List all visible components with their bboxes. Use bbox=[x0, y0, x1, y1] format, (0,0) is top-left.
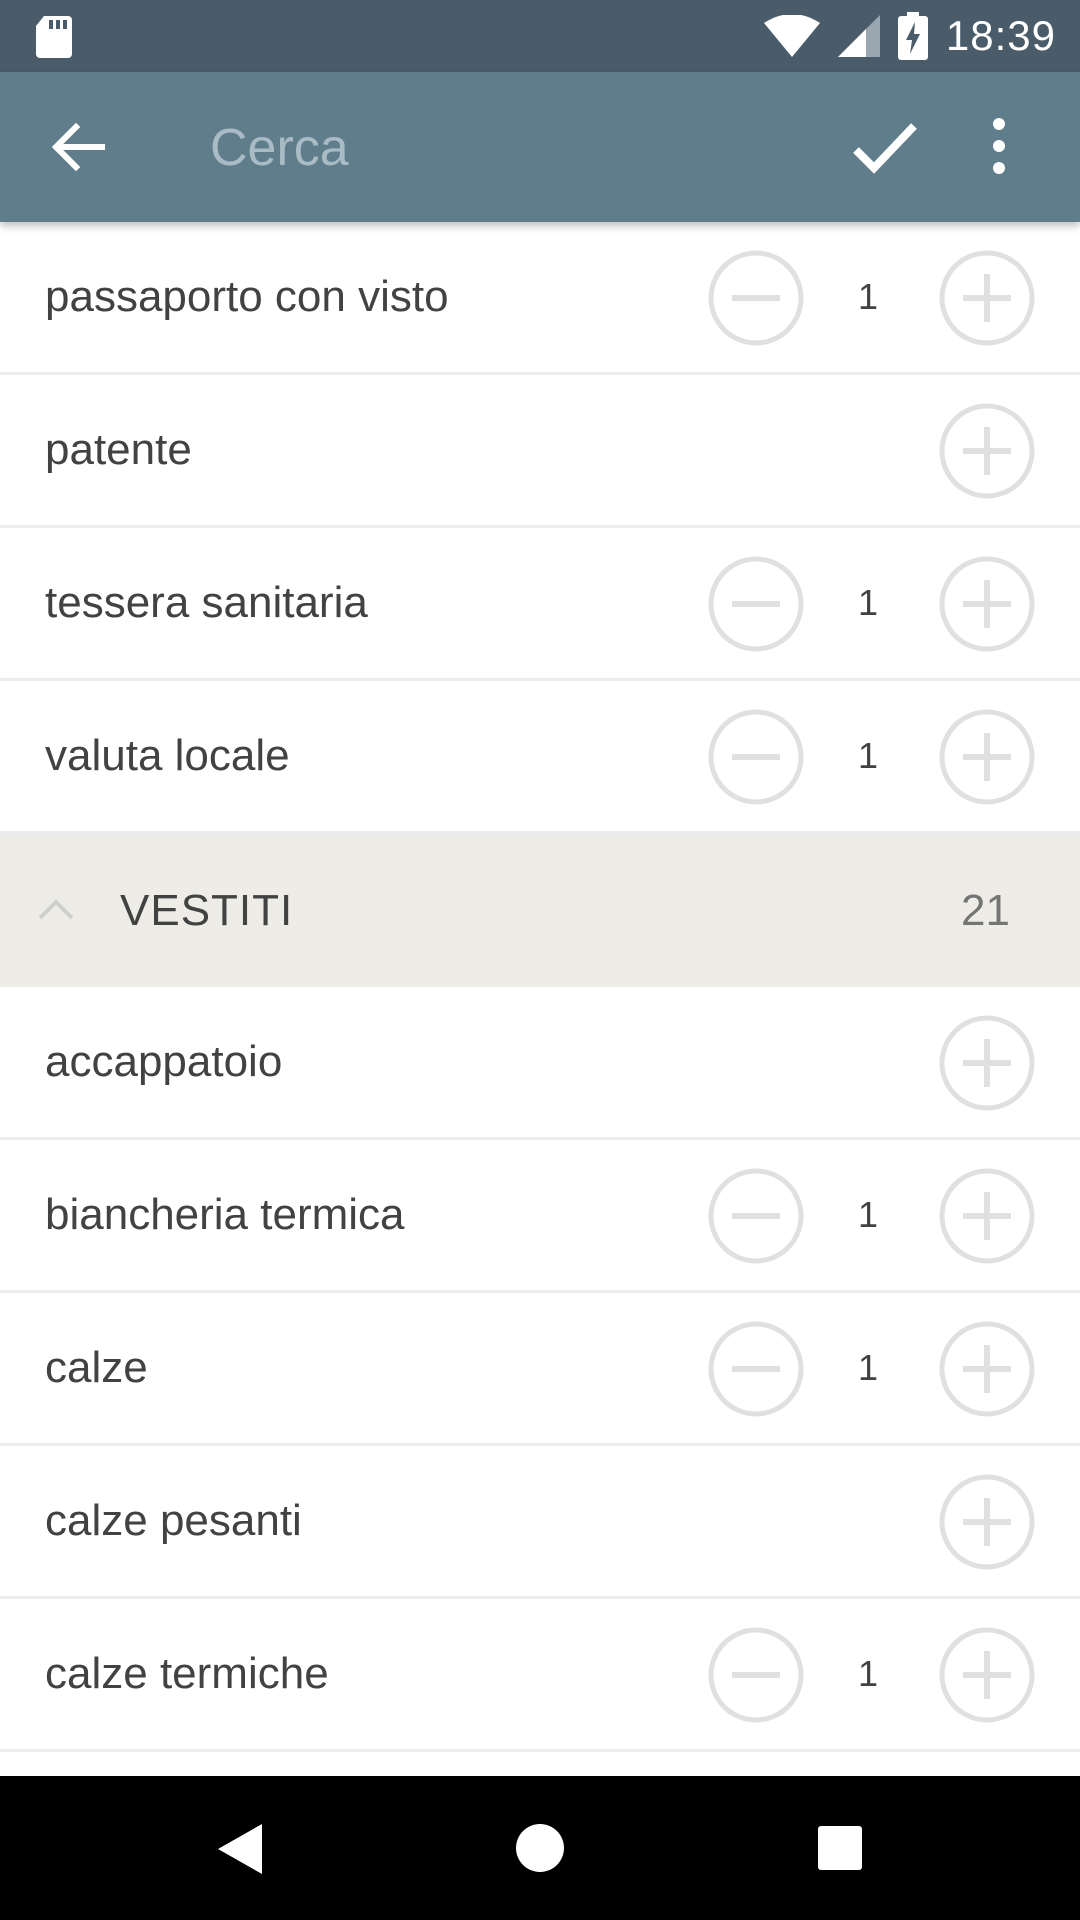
minus-circle-icon[interactable] bbox=[708, 250, 804, 346]
minus-circle-icon[interactable] bbox=[708, 556, 804, 652]
status-icons: 18:39 bbox=[763, 0, 1056, 72]
item-quantity: 1 bbox=[857, 735, 879, 776]
list-item[interactable]: biancheria termica 1 bbox=[0, 1140, 1080, 1293]
check-icon[interactable] bbox=[852, 116, 918, 178]
search-input[interactable]: Cerca bbox=[210, 108, 810, 188]
item-quantity: 1 bbox=[857, 582, 879, 623]
arrow-left-icon[interactable] bbox=[48, 117, 108, 177]
item-label: valuta locale bbox=[45, 731, 290, 780]
item-label: calze pesanti bbox=[45, 1496, 302, 1545]
item-label: passaporto con visto bbox=[45, 272, 449, 321]
list-item[interactable]: accappatoio bbox=[0, 987, 1080, 1140]
nav-home-icon[interactable] bbox=[516, 1824, 564, 1872]
more-vertical-icon[interactable] bbox=[975, 116, 1023, 178]
plus-circle-icon[interactable] bbox=[939, 709, 1035, 805]
packing-list[interactable]: passaporto con visto 1 patente tessera s… bbox=[0, 222, 1080, 1776]
plus-circle-icon[interactable] bbox=[939, 1321, 1035, 1417]
battery-charging-icon bbox=[897, 12, 928, 60]
plus-circle-icon[interactable] bbox=[939, 1015, 1035, 1111]
list-item[interactable]: calze 1 bbox=[0, 1293, 1080, 1446]
plus-circle-icon[interactable] bbox=[939, 1627, 1035, 1723]
app-bar: Cerca bbox=[0, 72, 1080, 222]
plus-circle-icon[interactable] bbox=[939, 250, 1035, 346]
item-label: patente bbox=[45, 425, 192, 474]
item-label: accappatoio bbox=[45, 1037, 283, 1086]
section-title: VESTITI bbox=[120, 885, 294, 935]
nav-recents-icon[interactable] bbox=[818, 1826, 862, 1870]
plus-circle-icon[interactable] bbox=[939, 556, 1035, 652]
chevron-up-icon[interactable] bbox=[36, 894, 76, 924]
list-item[interactable]: calze pesanti bbox=[0, 1446, 1080, 1599]
minus-circle-icon[interactable] bbox=[708, 1627, 804, 1723]
item-label: calze termiche bbox=[45, 1649, 329, 1698]
status-bar: 18:39 bbox=[0, 0, 1080, 72]
item-label: calze bbox=[45, 1343, 148, 1392]
minus-circle-icon[interactable] bbox=[708, 1168, 804, 1264]
item-label: tessera sanitaria bbox=[45, 578, 368, 627]
plus-circle-icon[interactable] bbox=[939, 1168, 1035, 1264]
sd-card-icon bbox=[36, 16, 72, 58]
list-item[interactable]: tessera sanitaria 1 bbox=[0, 528, 1080, 681]
section-header-vestiti[interactable]: VESTITI 21 bbox=[0, 834, 1080, 987]
minus-circle-icon[interactable] bbox=[708, 709, 804, 805]
screen: 18:39 Cerca passaporto con visto 1 paten… bbox=[0, 0, 1080, 1920]
minus-circle-icon[interactable] bbox=[708, 1321, 804, 1417]
wifi-icon bbox=[763, 15, 820, 57]
section-count: 21 bbox=[961, 885, 1010, 935]
list-item[interactable]: valuta locale 1 bbox=[0, 681, 1080, 834]
item-quantity: 1 bbox=[857, 1194, 879, 1235]
item-label: biancheria termica bbox=[45, 1190, 405, 1239]
nav-back-icon[interactable] bbox=[214, 1822, 264, 1876]
status-time: 18:39 bbox=[945, 12, 1056, 59]
item-quantity: 1 bbox=[857, 1653, 879, 1694]
navigation-bar bbox=[0, 1776, 1080, 1920]
signal-icon bbox=[837, 15, 880, 57]
plus-circle-icon[interactable] bbox=[939, 1474, 1035, 1570]
item-quantity: 1 bbox=[857, 276, 879, 317]
list-item[interactable]: passaporto con visto 1 bbox=[0, 222, 1080, 375]
list-item[interactable]: calze termiche 1 bbox=[0, 1599, 1080, 1752]
item-quantity: 1 bbox=[857, 1347, 879, 1388]
list-item[interactable]: patente bbox=[0, 375, 1080, 528]
plus-circle-icon[interactable] bbox=[939, 403, 1035, 499]
